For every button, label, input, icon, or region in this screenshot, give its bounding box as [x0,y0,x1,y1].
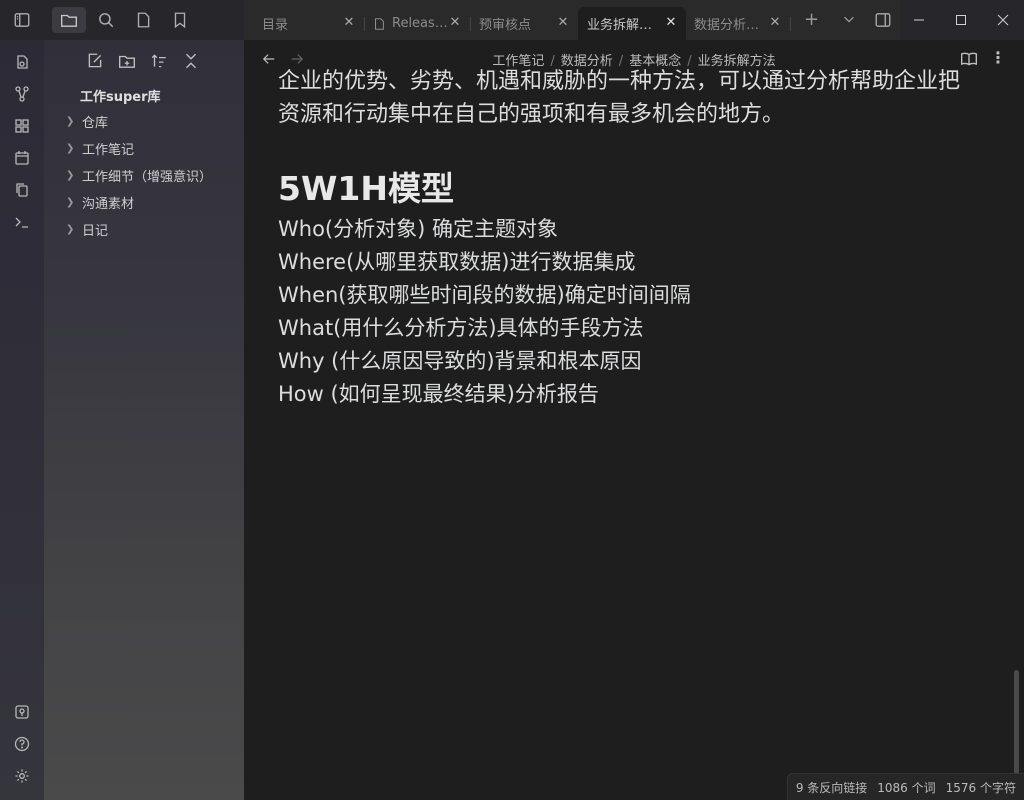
sort-icon[interactable] [150,52,168,70]
new-folder-icon[interactable] [118,52,136,70]
tab[interactable]: Releas… ✕ [364,7,471,40]
file-icon [374,17,384,30]
tab[interactable]: 预审核点 ✕ [470,7,578,40]
folder-item[interactable]: ❯ 工作笔记 [66,139,134,158]
maximize-icon[interactable] [940,0,982,40]
tab[interactable]: 目录 ✕ [244,7,365,40]
close-icon[interactable]: ✕ [448,16,462,30]
folder-item[interactable]: ❯ 沟通素材 [66,193,134,212]
chevron-right-icon: ❯ [66,169,75,181]
file-icon[interactable] [132,9,154,31]
search-icon[interactable] [95,9,117,31]
minimize-icon[interactable] [898,0,940,40]
canvas-icon[interactable] [12,116,32,136]
word-count: 1086 个词 [877,780,936,795]
quick-switcher-icon[interactable] [12,52,32,72]
vault-switcher-icon[interactable] [12,702,32,722]
paragraph-line: 企业的优势、劣势、机遇和威胁的一种方法，可以通过分析帮助企业把 [278,69,961,94]
text-line: Where(从哪里获取数据)进行数据集成 [278,250,636,274]
close-icon[interactable]: ✕ [664,16,678,30]
note-content: 企业的优势、劣势、机遇和威胁的一种方法，可以通过分析帮助企业把 资源和行动集中在… [244,60,1014,800]
new-tab-plus-icon[interactable]: + [804,11,819,29]
char-count: 1576 个字符 [945,780,1016,795]
backlinks-count[interactable]: 9 条反向链接 [796,779,867,796]
chevron-right-icon: ❯ [66,196,75,208]
new-note-icon[interactable] [86,52,104,70]
bookmark-icon[interactable] [169,9,191,31]
collapse-all-icon[interactable] [182,52,200,70]
settings-gear-icon[interactable] [12,766,32,786]
chevron-right-icon: ❯ [66,115,75,127]
graph-view-icon[interactable] [12,84,32,104]
text-line: Who(分析对象) 确定主题对象 [278,217,558,241]
right-sidebar-toggle-icon[interactable] [874,11,892,29]
heading-5w1h: 5W1H模型 [278,169,454,208]
scrollbar[interactable] [1014,670,1019,780]
sidebar-header [0,0,244,40]
close-icon[interactable]: ✕ [768,16,782,30]
folder-item[interactable]: ❯ 仓库 [66,112,108,131]
status-bar: 9 条反向链接 1086 个词 1576 个字符 [786,773,1024,800]
tab-active[interactable]: 业务拆解… ✕ [578,7,686,40]
copy-icon[interactable] [12,180,32,200]
sidebar-toggle-icon[interactable] [11,9,33,31]
calendar-icon[interactable] [12,148,32,168]
files-folder-icon[interactable] [52,7,86,33]
text-line: When(获取哪些时间段的数据)确定时间间隔 [278,283,691,307]
chevron-right-icon: ❯ [66,223,75,235]
chevron-down-icon[interactable] [842,12,856,26]
vault-name[interactable]: 工作super库 [80,86,161,105]
terminal-icon[interactable] [12,212,32,232]
close-icon[interactable]: ✕ [342,16,356,30]
chevron-right-icon: ❯ [66,142,75,154]
text-line: How (如何呈现最终结果)分析报告 [278,382,599,406]
left-ribbon [0,0,45,800]
folder-item[interactable]: ❯ 日记 [66,220,108,239]
help-icon[interactable] [12,734,32,754]
window-close-icon[interactable] [982,0,1024,40]
text-line: What(用什么分析方法)具体的手段方法 [278,316,644,340]
paragraph-line: 资源和行动集中在自己的强项和有最多机会的地方。 [278,102,785,127]
folder-item[interactable]: ❯ 工作细节（增强意识） [66,166,212,185]
close-icon[interactable]: ✕ [556,16,570,30]
text-line: Why (什么原因导致的)背景和根本原因 [278,349,642,373]
tab[interactable]: 数据分析… ✕ [686,7,791,40]
